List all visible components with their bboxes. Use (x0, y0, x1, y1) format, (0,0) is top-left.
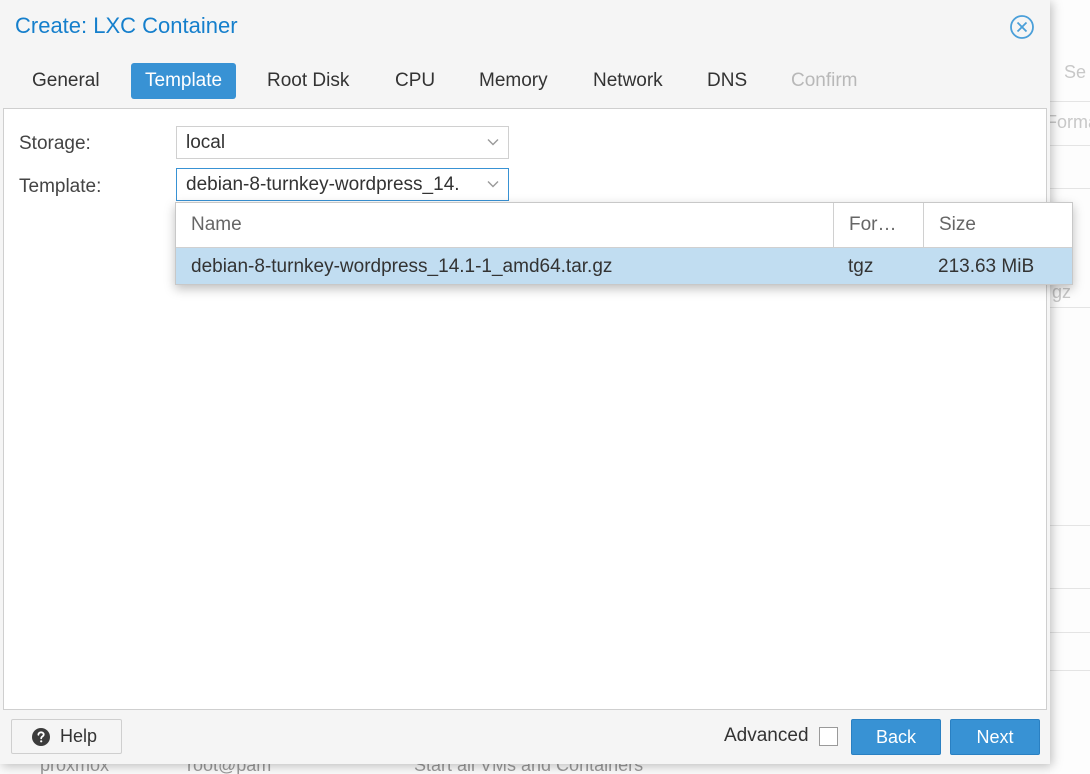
tab-bar: General Template Root Disk CPU Memory Ne… (0, 63, 1050, 108)
dialog-title: Create: LXC Container (15, 13, 238, 38)
background-divider (1050, 588, 1090, 589)
advanced-label: Advanced (724, 725, 809, 746)
help-button-label: Help (60, 726, 98, 746)
advanced-checkbox[interactable] (819, 727, 838, 746)
background-divider (1050, 101, 1090, 102)
background-divider (1050, 525, 1090, 526)
column-header-size[interactable]: Size (923, 203, 1072, 247)
tab-network[interactable]: Network (579, 63, 677, 99)
tab-confirm: Confirm (791, 70, 858, 91)
form-panel: Storage: local Template: debian-8-turnke… (3, 108, 1047, 710)
chevron-down-icon[interactable] (486, 135, 500, 149)
background-divider (1050, 307, 1090, 308)
create-lxc-dialog: Create: LXC Container General Template R… (0, 0, 1050, 764)
cell-name: debian-8-turnkey-wordpress_14.1-1_amd64.… (191, 256, 613, 277)
question-circle-icon (32, 728, 50, 746)
back-button[interactable]: Back (851, 719, 941, 755)
column-header-name[interactable]: Name (176, 203, 833, 247)
grid-header: Name For… Size (176, 203, 1072, 248)
column-header-format[interactable]: For… (833, 203, 923, 247)
close-icon[interactable] (1009, 14, 1035, 40)
background-divider (1050, 670, 1090, 671)
storage-label: Storage: (19, 133, 91, 154)
tab-general[interactable]: General (18, 63, 114, 99)
storage-value: local (186, 132, 226, 153)
template-label: Template: (19, 176, 102, 197)
table-row[interactable]: debian-8-turnkey-wordpress_14.1-1_amd64.… (176, 248, 1072, 284)
tab-memory[interactable]: Memory (465, 63, 562, 99)
template-dropdown-grid: Name For… Size debian-8-turnkey-wordpres… (175, 202, 1073, 285)
help-button[interactable]: Help (11, 719, 122, 754)
storage-select[interactable]: local (176, 126, 509, 159)
template-select[interactable]: debian-8-turnkey-wordpress_14. (176, 168, 509, 201)
tab-template[interactable]: Template (131, 63, 237, 99)
background-text: Forma (1046, 112, 1090, 132)
cell-size: 213.63 MiB (938, 256, 1035, 277)
background-divider (1050, 145, 1090, 146)
background-divider (1050, 632, 1090, 633)
next-button[interactable]: Next (950, 719, 1040, 755)
tab-dns[interactable]: DNS (693, 63, 761, 99)
tab-cpu[interactable]: CPU (381, 63, 449, 99)
cell-format: tgz (848, 256, 874, 277)
template-value: debian-8-turnkey-wordpress_14. (186, 174, 460, 195)
tab-root-disk[interactable]: Root Disk (253, 63, 363, 99)
background-divider (1050, 188, 1090, 189)
chevron-down-icon[interactable] (486, 177, 500, 191)
background-text: Se (1064, 62, 1087, 82)
